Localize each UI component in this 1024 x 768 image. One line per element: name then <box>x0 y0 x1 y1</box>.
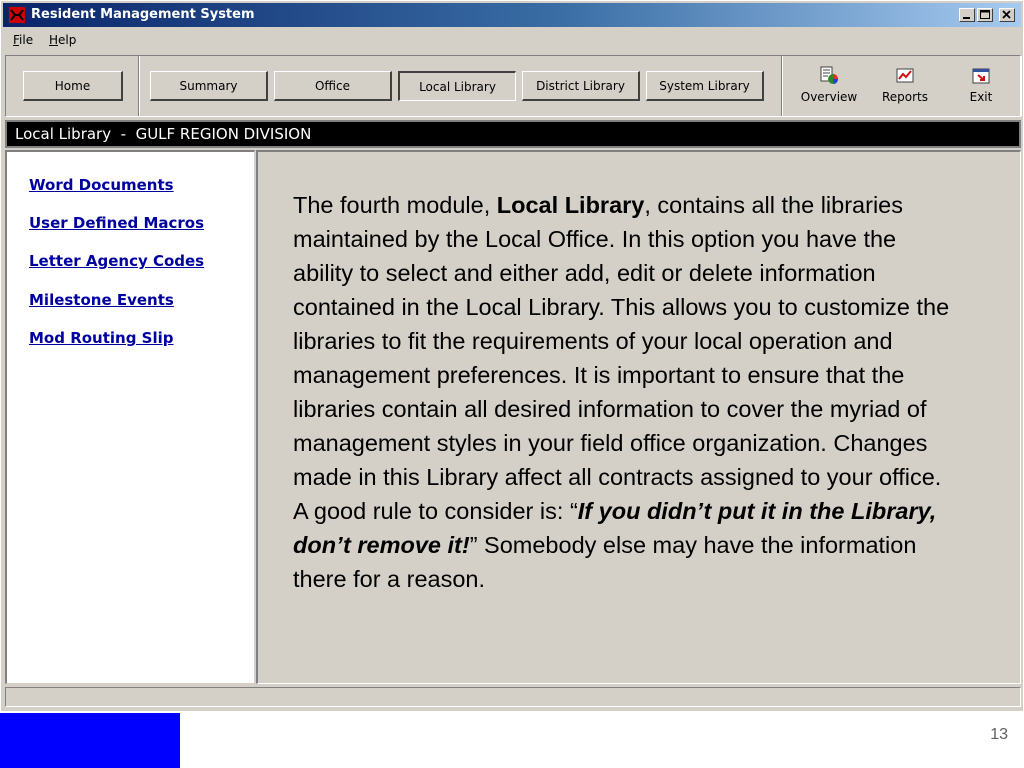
link-mod-routing-slip[interactable]: Mod Routing Slip <box>29 329 174 347</box>
exit-label: Exit <box>969 90 993 104</box>
content-pane: The fourth module, Local Library, contai… <box>256 150 1021 684</box>
link-letter-agency-codes[interactable]: Letter Agency Codes <box>29 252 204 270</box>
overview-label: Overview <box>800 90 858 104</box>
tab-summary[interactable]: Summary <box>150 71 268 101</box>
reports-label: Reports <box>881 90 929 104</box>
app-window: Resident Management System File Help Hom… <box>0 0 1024 712</box>
module-description: The fourth module, Local Library, contai… <box>293 192 950 592</box>
close-button[interactable] <box>999 8 1015 22</box>
overview-icon <box>820 66 839 84</box>
menu-file[interactable]: File <box>13 33 33 47</box>
menu-bar: File Help <box>3 29 1021 51</box>
exit-button[interactable]: Exit <box>949 64 1013 112</box>
section-title: Local Library - GULF REGION DIVISION <box>15 125 312 143</box>
tab-system-library[interactable]: System Library <box>646 71 764 101</box>
status-bar <box>5 687 1021 707</box>
link-user-defined-macros[interactable]: User Defined Macros <box>29 214 204 232</box>
maximize-button[interactable] <box>977 8 993 22</box>
tab-office[interactable]: Office <box>274 71 392 101</box>
library-nav-pane: Word Documents User Defined Macros Lette… <box>5 150 255 684</box>
link-milestone-events[interactable]: Milestone Events <box>29 291 174 309</box>
page-number: 13 <box>990 726 1008 743</box>
footer-accent-bar <box>0 713 180 768</box>
reports-button[interactable]: Reports <box>873 64 937 112</box>
minimize-button[interactable] <box>959 8 975 22</box>
tab-district-library[interactable]: District Library <box>522 71 640 101</box>
exit-icon <box>972 68 990 84</box>
navigation-group: Summary Office Local Library District Li… <box>142 56 783 116</box>
overview-button[interactable]: Overview <box>797 64 861 112</box>
title-bar[interactable]: Resident Management System <box>3 3 1021 27</box>
actions-group: Overview Reports Exit <box>785 56 1022 116</box>
section-header: Local Library - GULF REGION DIVISION <box>5 120 1021 148</box>
tab-local-library[interactable]: Local Library <box>398 71 516 101</box>
toolbar: Home Summary Office Local Library Distri… <box>5 55 1022 117</box>
home-group: Home <box>6 56 140 116</box>
reports-icon <box>896 68 914 83</box>
app-icon <box>9 7 25 23</box>
home-button[interactable]: Home <box>23 71 123 101</box>
menu-help[interactable]: Help <box>49 33 76 47</box>
link-word-documents[interactable]: Word Documents <box>29 176 174 194</box>
window-title: Resident Management System <box>31 7 255 22</box>
